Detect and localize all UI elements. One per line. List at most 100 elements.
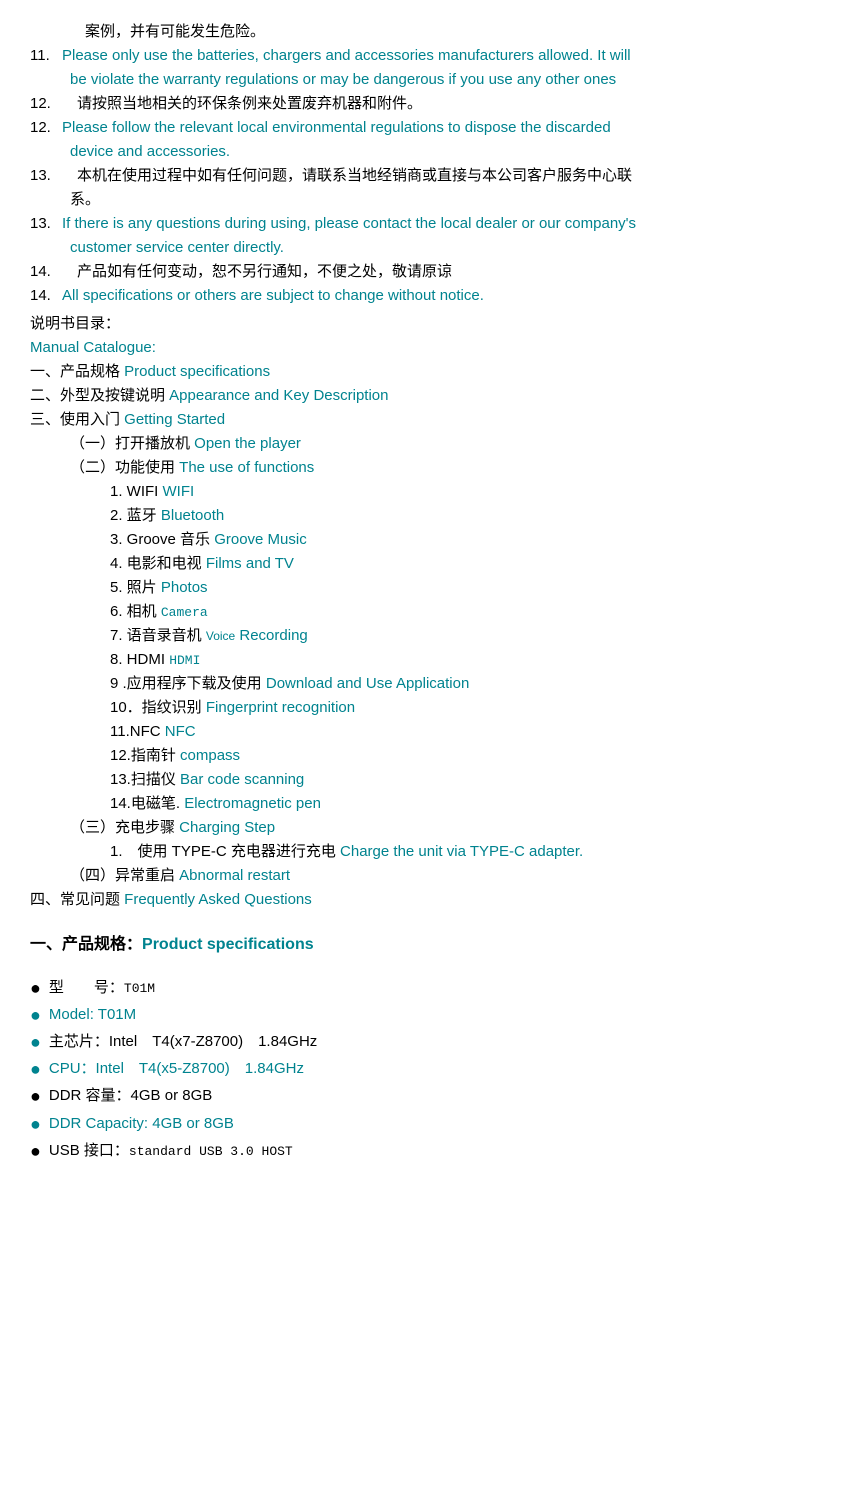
bullet-3: ●: [30, 1030, 41, 1055]
text-teal-12a: Please follow the relevant local environ…: [62, 116, 611, 140]
line-14-cn: 14. 产品如有任何变动，恕不另行通知，不便之处，敬请原谅: [30, 260, 835, 284]
bullet-item-4: ● CPU：Intel T4(x5-Z8700) 1.84GHz: [30, 1057, 835, 1082]
num-12-cn: 12.: [30, 92, 62, 116]
text-bullet-4: CPU：Intel T4(x5-Z8700) 1.84GHz: [49, 1057, 304, 1081]
text-teal-3-1: Open the player: [194, 435, 301, 452]
bullet-item-7: ● USB 接口：standard USB 3.0 HOST: [30, 1139, 835, 1164]
toc-item-fn-5: 5. 照片 Photos: [30, 576, 835, 600]
line-11b: be violate the warranty regulations or m…: [30, 68, 835, 92]
text-teal-fn-1: WIFI: [163, 483, 195, 500]
text-black-toc2: 二、外型及按键说明: [30, 387, 169, 404]
toc-item-fn-4: 4. 电影和电视 Films and TV: [30, 552, 835, 576]
text-teal-toc2: Appearance and Key Description: [169, 387, 388, 404]
line-11a: 11. Please only use the batteries, charg…: [30, 44, 835, 68]
text-teal-cat-en: Manual Catalogue:: [30, 339, 156, 356]
text-teal-3-3: Charging Step: [179, 819, 275, 836]
num-13-en: 13.: [30, 212, 62, 236]
text-teal-11a: Please only use the batteries, chargers …: [62, 44, 631, 68]
text-bullet-2: Model: T01M: [49, 1003, 136, 1027]
text-teal-fn-5: Photos: [161, 579, 208, 596]
text-black-3-1: （一）打开播放机: [70, 435, 194, 452]
catalogue-header-en: Manual Catalogue:: [30, 336, 835, 360]
line-12-en-a: 12. Please follow the relevant local env…: [30, 116, 835, 140]
text-teal-fn-2: Bluetooth: [161, 507, 224, 524]
text-black-14cn: 产品如有任何变动，恕不另行通知，不便之处，敬请原谅: [62, 260, 452, 284]
bullet-item-5: ● DDR 容量：4GB or 8GB: [30, 1084, 835, 1109]
text-teal-fn-11: NFC: [165, 723, 196, 740]
toc-item-fn-8: 8. HDMI HDMI: [30, 648, 835, 672]
document-content: 案例，并有可能发生危险。 11. Please only use the bat…: [30, 20, 835, 1164]
line-13-cn-b: 系。: [30, 188, 835, 212]
num-fn-11: 11.NFC: [110, 723, 165, 740]
num-fn-13: 13.扫描仪: [110, 771, 180, 788]
text-teal-13b: customer service center directly.: [70, 239, 284, 256]
bullet-7: ●: [30, 1139, 41, 1164]
text-teal-fn-14: Electromagnetic pen: [184, 795, 321, 812]
num-fn-8: 8. HDMI: [110, 651, 169, 668]
text-black-toc4: 四、常见问题: [30, 891, 124, 908]
num-fn-14: 14.电磁笔.: [110, 795, 184, 812]
num-14-en: 14.: [30, 284, 62, 308]
text-teal-fn-13: Bar code scanning: [180, 771, 304, 788]
bullet-6: ●: [30, 1112, 41, 1137]
text-teal-toc1: Product specifications: [124, 363, 270, 380]
line-13-cn-a: 13. 本机在使用过程中如有任何问题，请联系当地经销商或直接与本公司客户服务中心…: [30, 164, 835, 188]
bullet-item-3: ● 主芯片：Intel T4(x7-Z8700) 1.84GHz: [30, 1030, 835, 1055]
catalogue-header-cn: 说明书目录：: [30, 312, 835, 336]
text-black-3-3: （三）充电步骤: [70, 819, 179, 836]
text-teal-fn-8: HDMI: [169, 653, 200, 668]
line-12-cn: 12. 请按照当地相关的环保条例来处置废弃机器和附件。: [30, 92, 835, 116]
text-bullet-7: USB 接口：standard USB 3.0 HOST: [49, 1139, 293, 1163]
text-teal-toc3: Getting Started: [124, 411, 225, 428]
toc-item-fn-1: 1. WIFI WIFI: [30, 480, 835, 504]
bullet-item-1: ● 型 号：T01M: [30, 976, 835, 1001]
text-black-sec1: 一、产品规格：: [30, 936, 142, 953]
text-bullet-6: DDR Capacity: 4GB or 8GB: [49, 1112, 234, 1136]
line-13-en-a: 13. If there is any questions during usi…: [30, 212, 835, 236]
toc-item-fn-13: 13.扫描仪 Bar code scanning: [30, 768, 835, 792]
text-teal-fn-4: Films and TV: [206, 555, 294, 572]
text-bullet-1: 型 号：T01M: [49, 976, 155, 1000]
text-teal-toc4: Frequently Asked Questions: [124, 891, 312, 908]
toc-item-fn-2: 2. 蓝牙 Bluetooth: [30, 504, 835, 528]
num-fn-10: 10．指纹识别: [110, 699, 206, 716]
text-teal-charge-1: Charge the unit via TYPE-C adapter.: [340, 843, 583, 860]
text-black-13b: 系。: [70, 191, 100, 208]
text-teal-3-4: Abnormal restart: [179, 867, 290, 884]
num-fn-3: 3. Groove 音乐: [110, 531, 214, 548]
text-bullet-5: DDR 容量：4GB or 8GB: [49, 1084, 212, 1108]
toc-item-fn-3: 3. Groove 音乐 Groove Music: [30, 528, 835, 552]
bullet-2: ●: [30, 1003, 41, 1028]
num-fn-5: 5. 照片: [110, 579, 161, 596]
num-fn-12: 12.指南针: [110, 747, 180, 764]
num-charge-1: 1. 使用 TYPE-C 充电器进行充电: [110, 843, 340, 860]
num-13-cn: 13.: [30, 164, 62, 188]
line-12-en-b: device and accessories.: [30, 140, 835, 164]
num-12-en: 12.: [30, 116, 62, 140]
text-teal-13a: If there is any questions during using, …: [62, 212, 636, 236]
text-black: 案例，并有可能发生危险。: [70, 23, 265, 40]
toc-item-3-4: （四）异常重启 Abnormal restart: [30, 864, 835, 888]
toc-item-charge-1: 1. 使用 TYPE-C 充电器进行充电 Charge the unit via…: [30, 840, 835, 864]
text-black-cat-cn: 说明书目录：: [30, 315, 120, 332]
text-teal-fn-9: Download and Use Application: [266, 675, 469, 692]
bullet-1: ●: [30, 976, 41, 1001]
toc-item-fn-7: 7. 语音录音机 Voice Recording: [30, 624, 835, 648]
line-14-en: 14. All specifications or others are sub…: [30, 284, 835, 308]
line-13-en-b: customer service center directly.: [30, 236, 835, 260]
toc-item-fn-9: 9 .应用程序下载及使用 Download and Use Applicatio…: [30, 672, 835, 696]
bullet-item-6: ● DDR Capacity: 4GB or 8GB: [30, 1112, 835, 1137]
text-teal-sec1: Product specifications: [142, 936, 314, 953]
text-bullet-3: 主芯片：Intel T4(x7-Z8700) 1.84GHz: [49, 1030, 317, 1054]
text-teal-12b: device and accessories.: [70, 143, 230, 160]
text-teal-11b: be violate the warranty regulations or m…: [70, 71, 616, 88]
text-black-toc1: 一、产品规格: [30, 363, 124, 380]
bullet-4: ●: [30, 1057, 41, 1082]
num-fn-7: 7. 语音录音机: [110, 627, 206, 644]
num-fn-4: 4. 电影和电视: [110, 555, 206, 572]
text-teal-fn-10: Fingerprint recognition: [206, 699, 355, 716]
bullet-5: ●: [30, 1084, 41, 1109]
toc-item-fn-6: 6. 相机 Camera: [30, 600, 835, 624]
line-1: 案例，并有可能发生危险。: [30, 20, 835, 44]
text-black-3-4: （四）异常重启: [70, 867, 179, 884]
